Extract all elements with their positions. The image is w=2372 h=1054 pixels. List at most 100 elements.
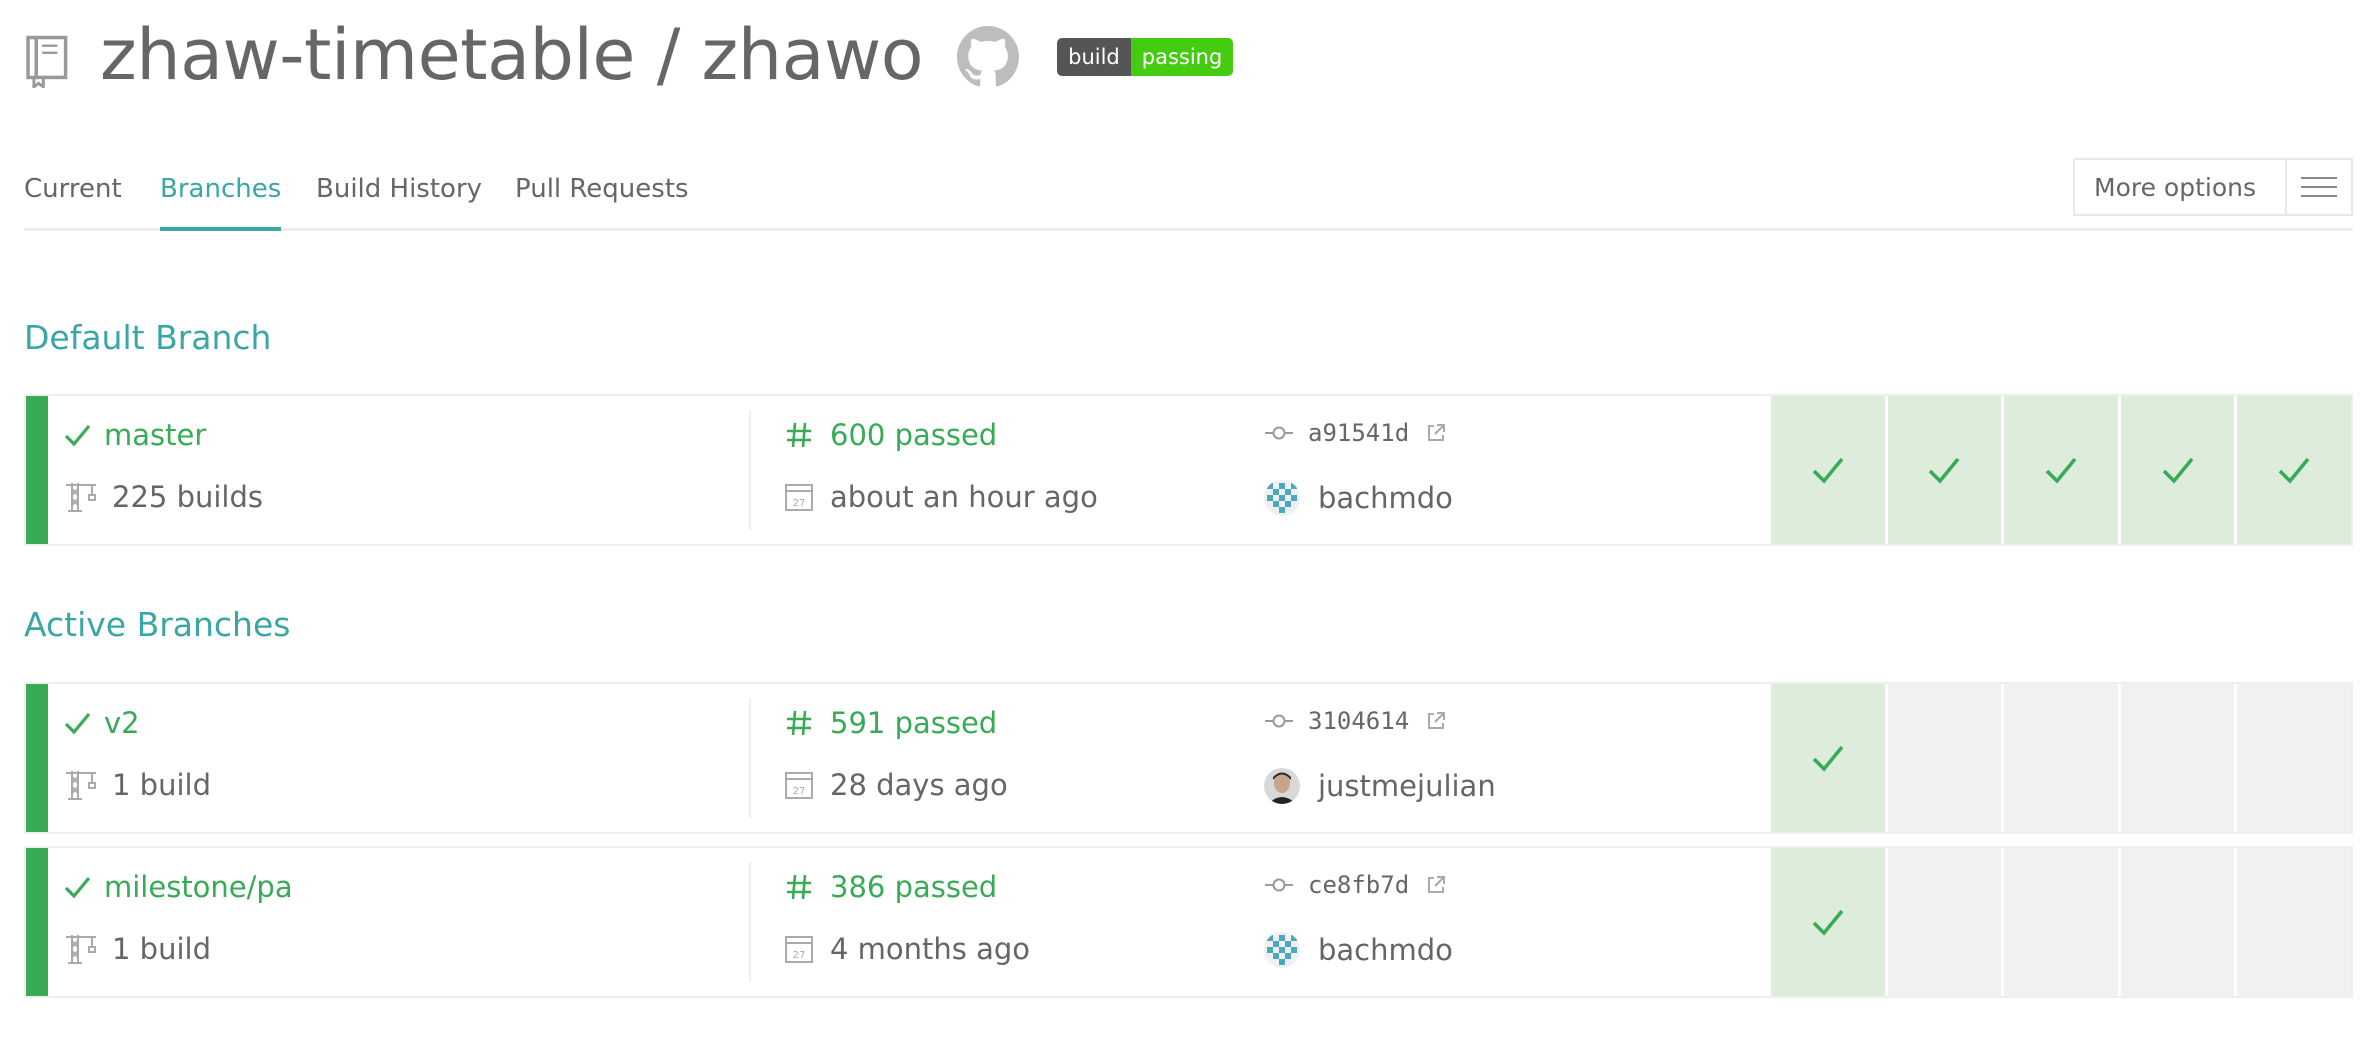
build-state-link[interactable]: 386 passed [830,870,997,904]
github-octocat-icon[interactable] [957,26,1020,88]
history-cell-empty [2234,684,2351,832]
identicon-avatar-icon [1264,932,1300,968]
passed-check-icon [1812,745,1844,772]
commit-sha-link[interactable]: ce8fb7d [1308,871,1409,899]
commit-author: justmejulian [1318,769,1496,803]
history-cell-empty [1884,684,2002,832]
build-state-link[interactable]: 591 passed [830,706,997,740]
more-options-label: More options [2094,172,2256,202]
history-cell-empty [2117,848,2235,996]
build-history-cells [1771,396,2351,544]
avatar [1264,932,1300,968]
hash-icon [787,422,811,448]
build-time: 4 months ago [830,932,1031,966]
svg-text:27: 27 [793,498,806,509]
external-link-icon[interactable] [1425,422,1447,444]
repo-tabs: Current Branches Build History Pull Requ… [24,150,2353,231]
badge-status: passing [1130,38,1234,76]
svg-text:27: 27 [793,950,806,961]
calendar-icon: 27 [785,772,813,799]
passed-check-icon [64,424,91,447]
external-link-icon[interactable] [1425,710,1447,732]
column-divider [749,410,751,530]
branch-name-link[interactable]: milestone/pa [104,870,293,904]
passed-check-icon [1812,457,1844,484]
build-time: about an hour ago [830,480,1098,514]
branch-row[interactable]: master 225 builds 600 passed 27 about an… [24,394,2353,546]
build-count: 1 build [112,932,211,966]
tab-current[interactable]: Current [24,174,122,204]
history-cell-empty [1884,848,2002,996]
history-cell-passed[interactable] [1771,396,1885,544]
commit-info: a91541d bachmdo [1264,396,1744,544]
more-options-button[interactable]: More options [2073,158,2353,216]
repo-book-icon [26,35,68,88]
passed-check-icon [2162,457,2193,484]
column-divider [749,698,751,818]
active-branches-heading: Active Branches [24,605,291,644]
commit-icon [1265,878,1293,892]
hash-icon [787,874,811,900]
passed-check-icon [1929,457,1960,484]
hamburger-menu-icon[interactable] [2285,160,2351,214]
history-cell-passed[interactable] [2001,396,2118,544]
build-history-cells [1771,848,2351,996]
build-time: 28 days ago [830,768,1008,802]
commit-author: bachmdo [1318,481,1453,515]
history-cell-passed[interactable] [1884,396,2002,544]
repo-title[interactable]: zhaw-timetable / zhawo [100,10,924,100]
commit-sha-link[interactable]: a91541d [1308,419,1409,447]
status-bar [26,396,48,544]
calendar-icon: 27 [785,484,813,511]
build-state-link[interactable]: 600 passed [830,418,997,452]
repo-header: zhaw-timetable / zhawo build passing [24,10,1234,100]
tab-pull-requests[interactable]: Pull Requests [515,174,689,204]
history-cell-empty [2234,848,2351,996]
identicon-avatar-icon [1264,480,1300,516]
passed-check-icon [2278,457,2310,484]
passed-check-icon [1812,909,1844,936]
commit-info: 3104614 justmejulian [1264,684,1744,832]
column-divider [749,862,751,982]
last-build-info: 591 passed 27 28 days ago [784,684,1244,832]
tab-branches[interactable]: Branches [160,174,282,231]
passed-check-icon [64,712,91,735]
build-history-cells [1771,684,2351,832]
status-bar [26,684,48,832]
default-branch-heading: Default Branch [24,318,272,357]
svg-text:27: 27 [793,786,806,797]
commit-info: ce8fb7d bachmdo [1264,848,1744,996]
commit-sha-link[interactable]: 3104614 [1308,707,1409,735]
last-build-info: 600 passed 27 about an hour ago [784,396,1244,544]
status-bar [26,848,48,996]
history-cell-passed[interactable] [1771,684,1885,832]
badge-label: build [1057,38,1131,76]
passed-check-icon [2045,457,2077,484]
external-link-icon[interactable] [1425,874,1447,896]
branch-info: milestone/pa 1 build [62,848,762,996]
commit-icon [1265,426,1293,440]
branch-name-link[interactable]: v2 [104,706,140,740]
commit-icon [1265,714,1293,728]
builds-crane-icon [66,935,96,964]
history-cell-passed[interactable] [2234,396,2351,544]
branch-info: v2 1 build [62,684,762,832]
user-photo-avatar-icon [1264,768,1300,804]
branch-row[interactable]: milestone/pa 1 build 386 passed 27 4 mon… [24,846,2353,998]
build-status-badge[interactable]: build passing [1057,38,1234,76]
commit-author: bachmdo [1318,933,1453,967]
calendar-icon: 27 [785,936,813,963]
history-cell-passed[interactable] [1771,848,1885,996]
last-build-info: 386 passed 27 4 months ago [784,848,1244,996]
tab-build-history[interactable]: Build History [316,174,482,204]
history-cell-passed[interactable] [2117,396,2235,544]
branch-row[interactable]: v2 1 build 591 passed 27 28 days ago 310… [24,682,2353,834]
avatar [1264,768,1300,804]
branch-name-link[interactable]: master [104,418,206,452]
history-cell-empty [2001,684,2118,832]
hash-icon [787,710,811,736]
passed-check-icon [64,876,91,899]
avatar [1264,480,1300,516]
builds-crane-icon [66,771,96,800]
build-count: 1 build [112,768,211,802]
